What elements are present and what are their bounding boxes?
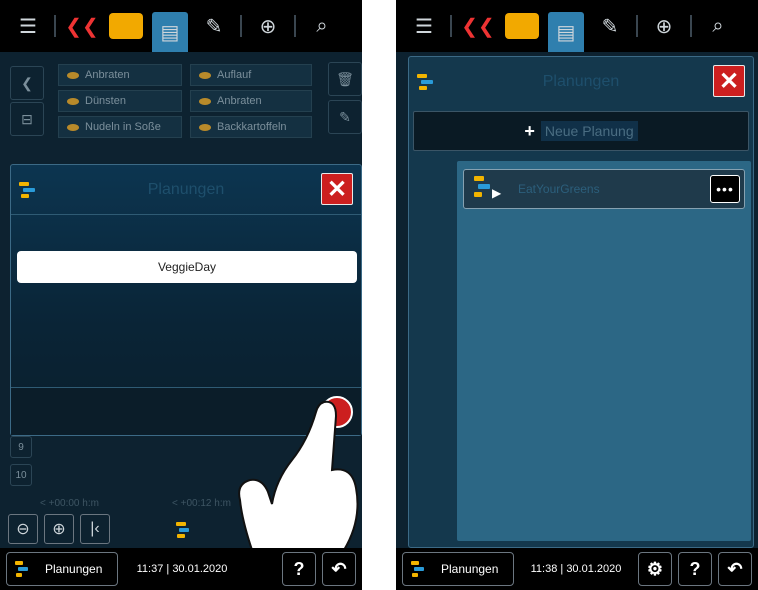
add-icon[interactable]: ⊕ [250,8,286,44]
new-plan-label: Neue Planung [540,121,638,141]
hand-pointer-icon [238,400,359,550]
add-icon[interactable]: ⊕ [646,8,682,44]
divider [636,15,638,37]
planning-icon[interactable]: ▤ [152,12,188,52]
back-icon: ↶ [727,558,743,579]
clock: 11:37 | 30.01.2020 [136,563,228,575]
top-toolbar: ☰ ❮❮ ▤ ✎ ⊕ ⌕ [0,0,362,52]
help-button[interactable]: ? [282,552,316,586]
divider [294,15,296,37]
fish-icon[interactable]: ❮❮ [460,8,496,44]
trash-icon[interactable]: 🗑 [328,62,362,96]
recipe-chip[interactable]: Nudeln in Soße [58,116,182,138]
planning-icon[interactable]: ▤ [548,12,584,52]
back-button[interactable]: ↶ [322,552,356,586]
dialog-header: Planungen ✕ [11,165,361,215]
clock: 11:38 | 30.01.2020 [530,563,622,575]
fish-icon [199,71,211,79]
close-icon: ✕ [718,67,740,95]
plan-name-input[interactable]: VeggieDay [17,251,357,283]
planning-icon [411,560,433,578]
menu-icon[interactable]: ☰ [406,8,442,44]
fish-icon[interactable]: ❮ [10,66,44,100]
left-screen: ☰ ❮❮ ▤ ✎ ⊕ ⌕ ❮ ⊟ 🗑 ✎ Anbraten Auflauf Dü… [0,0,362,590]
divider [54,15,56,37]
planning-button[interactable]: Planungen [6,552,118,586]
top-toolbar: ☰ ❮❮ ▤ ✎ ⊕ ⌕ [396,0,758,52]
divider [690,15,692,37]
recipe-chip[interactable]: Anbraten [190,90,312,112]
time-label: < +00:12 h:m [172,498,231,509]
back-button[interactable]: ↶ [718,552,752,586]
plan-name: EatYourGreens [518,182,600,196]
back-icon: ↶ [331,558,347,579]
help-button[interactable]: ? [678,552,712,586]
search-icon[interactable]: ⌕ [304,8,340,44]
planning-play-icon[interactable] [172,514,202,544]
edit-icon[interactable]: ✎ [196,8,232,44]
toque-icon[interactable] [504,8,540,44]
close-icon: ✕ [326,175,348,203]
right-screen: ☰ ❮❮ ▤ ✎ ⊕ ⌕ Planungen ✕ + Neue Planung [396,0,758,590]
fish-icon [199,123,211,131]
planning-icon [15,560,37,578]
settings-icon: ⚙ [646,558,664,579]
collapse-icon[interactable]: |‹ [80,514,110,544]
help-icon: ? [293,558,305,579]
row-number: 10 [10,464,32,486]
fish-icon [199,97,211,105]
row-number: 9 [10,436,32,458]
zoom-out-icon[interactable]: ⊖ [8,514,38,544]
more-icon: ••• [716,181,734,197]
edit-icon[interactable]: ✎ [592,8,628,44]
plan-list-item[interactable]: ▶ EatYourGreens ••• [463,169,745,209]
toque-icon[interactable] [108,8,144,44]
new-plan-button[interactable]: + Neue Planung [413,111,749,151]
settings-button[interactable]: ⚙ [638,552,672,586]
dialog-title: Planungen [542,73,620,90]
close-button[interactable]: ✕ [713,65,745,97]
plan-list: ▶ EatYourGreens ••• [457,161,751,541]
help-icon: ? [689,558,701,579]
zoom-controls: ⊖ ⊕ |‹ [8,514,110,544]
dialog-title: Planungen [147,180,225,198]
more-options-button[interactable]: ••• [710,175,740,203]
dialog-header: Planungen ✕ [409,57,753,107]
fish-icon [67,97,79,105]
divider [240,15,242,37]
planning-dialog: Planungen ✕ VeggieDay [10,164,362,436]
close-button[interactable]: ✕ [321,173,353,205]
plus-icon: + [524,120,535,141]
recipe-chip[interactable]: Anbraten [58,64,182,86]
time-label: < +00:00 h:m [40,498,99,509]
divider [450,15,452,37]
recipe-chip[interactable]: Backkartoffeln [190,116,312,138]
fish-icon [67,123,79,131]
planning-button[interactable]: Planungen [402,552,514,586]
planning-list-dialog: Planungen ✕ + Neue Planung ▶ EatYourGree… [408,56,754,548]
menu-icon[interactable]: ☰ [10,8,46,44]
edit-icon[interactable]: ✎ [328,100,362,134]
fish-icon [67,71,79,79]
planning-play-icon: ▶ [474,176,504,202]
basket-icon[interactable]: ⊟ [10,102,44,136]
zoom-in-icon[interactable]: ⊕ [44,514,74,544]
search-icon[interactable]: ⌕ [700,8,736,44]
bottom-bar: Planungen 11:38 | 30.01.2020 ⚙ ? ↶ [396,548,758,590]
bottom-bar: Planungen 11:37 | 30.01.2020 ? ↶ [0,548,362,590]
recipe-chip[interactable]: Dünsten [58,90,182,112]
fish-icon[interactable]: ❮❮ [64,8,100,44]
recipe-chip[interactable]: Auflauf [190,64,312,86]
